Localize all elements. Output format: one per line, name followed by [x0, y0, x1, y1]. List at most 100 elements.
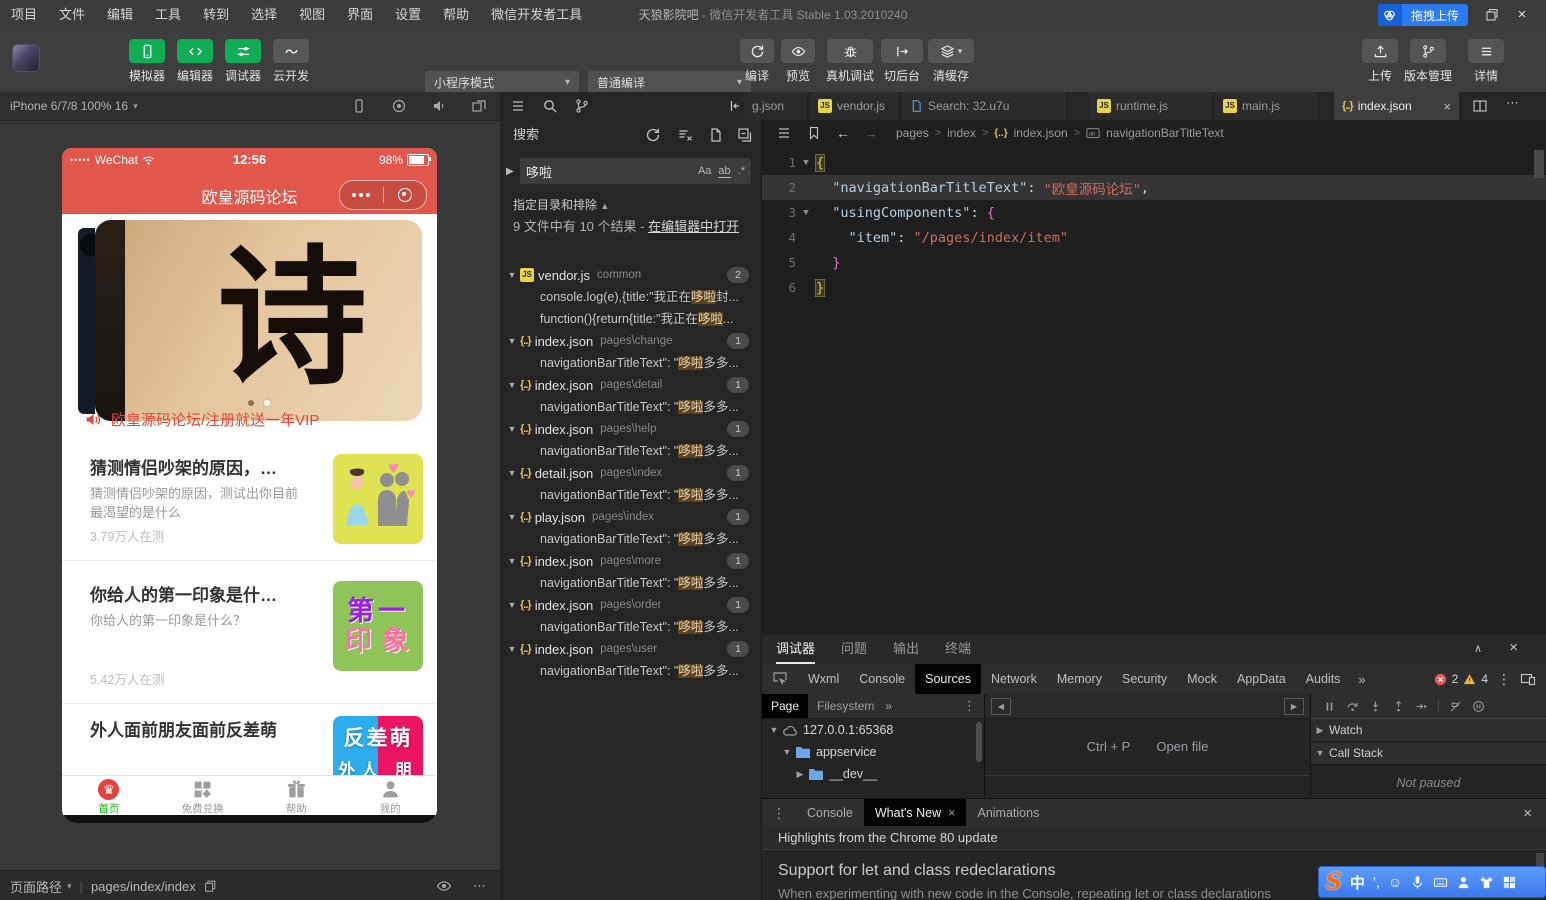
eye-icon[interactable]: [436, 878, 452, 894]
search-icon[interactable]: [542, 98, 558, 114]
navigator-menu-icon[interactable]: ⋮: [963, 698, 976, 714]
code-line[interactable]: 1 ▼{: [762, 150, 1546, 175]
skin-icon[interactable]: [1479, 875, 1494, 890]
devtools-tab-Security[interactable]: Security: [1112, 664, 1177, 694]
tree-item-__dev__[interactable]: ▶ __dev__: [762, 763, 984, 785]
page-path-label[interactable]: 页面路径: [10, 877, 62, 896]
match-case-option[interactable]: Aa: [698, 165, 711, 177]
sound-icon[interactable]: [431, 98, 447, 114]
carousel-banner[interactable]: 诗: [95, 220, 422, 421]
warning-badge-icon[interactable]: [1463, 673, 1476, 686]
navigator-scrollbar[interactable]: [976, 722, 982, 762]
menu-item[interactable]: 视图: [288, 0, 336, 30]
search-result-file[interactable]: ▼ {..} detail.json pages\index 1: [500, 462, 761, 484]
search-result-match[interactable]: navigationBarTitleText": "哆啦多多...: [500, 660, 761, 682]
devtools-tab-Sources[interactable]: Sources: [915, 664, 981, 694]
panel-tab-输出[interactable]: 输出: [893, 635, 919, 664]
editor-tab-g.json[interactable]: g.json: [744, 92, 808, 120]
device-select[interactable]: iPhone 6/7/8 100% 16: [10, 99, 128, 113]
open-search-editor-icon[interactable]: [708, 127, 724, 143]
search-result-file[interactable]: ▼ {..} index.json pages\user 1: [500, 638, 761, 660]
mic-icon[interactable]: [1410, 875, 1425, 890]
navigator-tab-Page[interactable]: Page: [762, 694, 809, 718]
search-result-match[interactable]: navigationBarTitleText": "哆啦多多...: [500, 572, 761, 594]
quiz-card[interactable]: 你给人的第一印象是什… 你给人的第一印象是什么？ 5.42万人在测 第一 印象: [62, 575, 437, 698]
watch-section[interactable]: ▶ Watch: [1311, 719, 1546, 742]
fold-icon[interactable]: ▼: [796, 208, 816, 218]
phone-tab-首页[interactable]: ♛ 首页: [62, 776, 156, 816]
collapse-sidebar-icon[interactable]: [726, 98, 742, 114]
chevron-down-icon[interactable]: ▼: [768, 725, 780, 735]
restore-window-button[interactable]: [1484, 7, 1500, 23]
devtools-tab-AppData[interactable]: AppData: [1227, 664, 1296, 694]
collapse-panel-icon[interactable]: ∧: [1474, 642, 1482, 655]
code-line[interactable]: 2 "navigationBarTitleText": "欧皇源码论坛",: [762, 175, 1546, 200]
menu-item[interactable]: 选择: [240, 0, 288, 30]
more-icon[interactable]: ⋯: [473, 878, 486, 894]
separate-window-icon[interactable]: [471, 98, 487, 114]
drawer-tab[interactable]: Console: [796, 799, 864, 827]
close-tab-icon[interactable]: ×: [948, 806, 955, 820]
chevron-down-icon[interactable]: ▼: [781, 747, 793, 757]
fold-icon[interactable]: ▼: [796, 158, 816, 168]
mode-button-云开发[interactable]: 云开发: [267, 39, 315, 84]
navigate-forward-icon[interactable]: →: [864, 125, 878, 141]
show-navigator-icon[interactable]: ◀: [991, 698, 1011, 715]
keyboard-icon[interactable]: [1433, 875, 1448, 890]
account-icon[interactable]: [1456, 875, 1471, 890]
drawer-tab[interactable]: What's New ×: [863, 799, 967, 827]
close-window-button[interactable]: ×: [1514, 7, 1530, 23]
devtools-tab-Memory[interactable]: Memory: [1047, 664, 1112, 694]
search-result-file[interactable]: ▼ {..} index.json pages\more 1: [500, 550, 761, 572]
search-result-match[interactable]: function(){return{title:"我正在哆啦...: [500, 308, 761, 330]
chevron-right-icon[interactable]: ▶: [794, 769, 806, 780]
drawer-menu-icon[interactable]: ⋮: [762, 805, 796, 822]
breadcrumb-item[interactable]: index.json: [1014, 126, 1068, 140]
git-branch-icon[interactable]: [574, 98, 590, 114]
search-result-match[interactable]: navigationBarTitleText": "哆啦多多...: [500, 396, 761, 418]
action-button-1[interactable]: 编译: [737, 39, 777, 84]
pause-on-exceptions-icon[interactable]: [1472, 700, 1485, 713]
editor-tab-Search: 32.u7u[interactable]: Search: 32.u7u: [902, 92, 1067, 120]
toggle-replace-icon[interactable]: ▶: [506, 166, 520, 177]
action-button-2[interactable]: 预览: [778, 39, 818, 84]
clear-results-icon[interactable]: [677, 127, 693, 143]
search-result-match[interactable]: navigationBarTitleText": "哆啦多多...: [500, 352, 761, 374]
devtools-tab-Wxml[interactable]: Wxml: [798, 664, 849, 694]
collapse-all-icon[interactable]: [737, 127, 753, 143]
code-line[interactable]: 5 }: [762, 250, 1546, 275]
step-out-icon[interactable]: [1392, 700, 1405, 713]
step-icon[interactable]: [1415, 700, 1428, 713]
more-tabs-icon[interactable]: »: [1350, 672, 1373, 687]
bookmark-icon[interactable]: [806, 125, 822, 141]
breadcrumb-item[interactable]: pages: [896, 126, 929, 140]
copy-icon[interactable]: [203, 879, 217, 893]
record-icon[interactable]: [391, 98, 407, 114]
deactivate-breakpoints-icon[interactable]: [1449, 700, 1462, 713]
phone-tab-免费兑换[interactable]: 免费兑换: [156, 776, 250, 816]
menu-item[interactable]: 转到: [192, 0, 240, 30]
search-result-file[interactable]: ▼ {..} index.json pages\detail 1: [500, 374, 761, 396]
close-panel-icon[interactable]: ×: [1509, 639, 1518, 656]
compile-select[interactable]: 普通编译 ▾: [588, 71, 751, 94]
menu-item[interactable]: 微信开发者工具: [480, 0, 593, 30]
outline-icon[interactable]: [776, 125, 792, 141]
search-result-file[interactable]: ▼ {..} play.json pages\index 1: [500, 506, 761, 528]
outline-icon[interactable]: [510, 98, 526, 114]
drag-upload-button[interactable]: 拖拽上传: [1377, 4, 1468, 26]
devtools-menu-icon[interactable]: ⋮: [1488, 671, 1520, 688]
search-result-match[interactable]: navigationBarTitleText": "哆啦多多...: [500, 484, 761, 506]
whole-word-option[interactable]: ab: [718, 165, 731, 178]
error-badge-icon[interactable]: [1434, 673, 1447, 686]
code-line[interactable]: 4 "item": "/pages/index/item": [762, 225, 1546, 250]
search-result-file[interactable]: ▼ {..} index.json pages\change 1: [500, 330, 761, 352]
devtools-tab-Audits[interactable]: Audits: [1296, 664, 1351, 694]
call-stack-section[interactable]: ▼ Call Stack: [1311, 742, 1546, 765]
panel-tab-问题[interactable]: 问题: [841, 635, 867, 664]
mode-button-调试器[interactable]: 调试器: [219, 39, 267, 84]
devtools-tab-Network[interactable]: Network: [981, 664, 1047, 694]
sogou-grid-icon[interactable]: [1502, 875, 1517, 890]
breadcrumb-item[interactable]: navigationBarTitleText: [1106, 126, 1224, 140]
menu-item[interactable]: 编辑: [96, 0, 144, 30]
search-result-match[interactable]: navigationBarTitleText": "哆啦多多...: [500, 616, 761, 638]
